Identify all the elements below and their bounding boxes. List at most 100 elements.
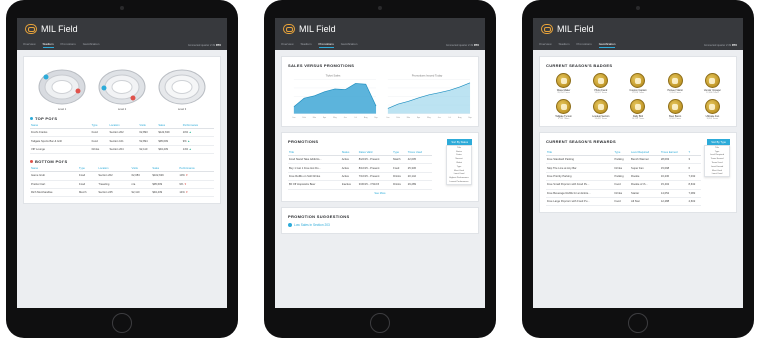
app-name: MIL Field (41, 24, 78, 34)
connection-status: Connected quarter 2:49 DTX (187, 44, 221, 47)
badge-item[interactable]: Tailgate Tycoon 8,743 Times (546, 99, 581, 120)
x-tick-label: Mar (407, 117, 411, 119)
venue-level-3[interactable]: Level 3 (157, 68, 207, 111)
cell-location: Section 245 (97, 188, 131, 198)
app-name: MIL Field (557, 24, 594, 34)
app-bar: MIL Field Overview Stadium Promotions Ga… (275, 18, 485, 50)
table-row[interactable]: Skip The Line at Any Bar Drinks Super Fan 1… (546, 163, 701, 173)
brand[interactable]: MIL Field (25, 24, 78, 34)
table-row[interactable]: Food Stand Take Addictio... Active 8/22/15… (288, 155, 432, 165)
table-row[interactable]: Pretzel Cart Food Traveling n/a $95,609 9% ▼ (30, 180, 214, 189)
badge-item[interactable]: Photo Fiend 18,907 Times (583, 73, 618, 94)
table-row[interactable]: Rich Merchandise Merch Section 245 92,110 $9… (30, 188, 214, 198)
tab-overview[interactable]: Overview (281, 42, 294, 48)
cell-type: Drinks (392, 180, 407, 190)
x-tick-label: Jun (438, 117, 441, 119)
cell-earned: 16,230 (659, 172, 688, 182)
table-row[interactable]: Fred's Franks Food Section 202 62,893 $122,6… (30, 128, 214, 138)
brand[interactable]: MIL Field (541, 24, 594, 34)
badge-medal-icon (593, 99, 609, 114)
badge-item[interactable]: Daily Bird 16,239 Times (620, 99, 655, 120)
cell-earned: 14,052 (659, 189, 688, 198)
home-button[interactable] (370, 313, 390, 333)
table-row[interactable]: Buy 1 Get 1 Free Hot Do... Active 8/10/15 … (288, 163, 432, 173)
badge-item[interactable]: Wave Maker 28,294 Times (546, 73, 581, 94)
badge-item[interactable]: Loudest Section 13,487 Times (583, 99, 618, 120)
table-row[interactable]: Tailgate Sports Bar & Grill Food Section 1… (30, 136, 214, 146)
table-row[interactable]: Free Refills on Soft Drinks Active 7/10/15… (288, 172, 432, 182)
cell-level: Super Fan (630, 163, 660, 173)
tab-stadium[interactable]: Stadium (42, 42, 54, 48)
home-button[interactable] (112, 313, 132, 333)
see-more-link[interactable]: See More (288, 192, 472, 195)
venue-card: Level 1 Level 2 Level 3 TOP POI'S Name T… (23, 56, 221, 205)
cell-type: Food (78, 171, 98, 181)
table-row[interactable]: Free Beverage Refills for an Entire... Dr… (546, 189, 701, 198)
tab-gamification[interactable]: Gamification (598, 42, 616, 48)
x-tick-label: Mar (313, 117, 317, 119)
cell-level: Rookie (630, 172, 660, 182)
table-row[interactable]: Free Small Popcorn with Food Pu... Food Ro… (546, 180, 701, 190)
home-button[interactable] (628, 313, 648, 333)
cell-sales: $102,639 (151, 171, 179, 181)
cell-dates: 7/10/15 - Present (357, 172, 393, 182)
menu-item[interactable]: Lowest Performance (447, 180, 471, 184)
stadium-map-icon (158, 69, 206, 105)
rewards-card: CURRENT SEASON'S REWARDS Sort By Type Ti… (539, 132, 737, 214)
cell-sales: $95,609 (151, 180, 179, 189)
cell-visits: 62,083 (130, 171, 152, 181)
tab-promotions[interactable]: Promotions (318, 42, 334, 48)
badge-count: 8,853 Times (706, 118, 719, 120)
badge-item[interactable]: Coupon Captain 17,058 Times (620, 73, 655, 94)
cell-title: $5 Off Hopworks Beer (288, 180, 341, 190)
tab-stadium[interactable]: Stadium (559, 42, 570, 48)
tab-gamification[interactable]: Gamification (83, 42, 100, 48)
tab-gamification[interactable]: Gamification (341, 42, 358, 48)
tab-promotions[interactable]: Promotions (61, 42, 76, 48)
table-row[interactable]: Game Grub Food Section 202 62,083 $102,639 10… (30, 171, 214, 181)
x-tick-label: Jan (292, 117, 295, 119)
badge-count: 16,239 Times (631, 118, 645, 120)
x-tick-label: May (427, 117, 431, 119)
cell-location: Section 204 (108, 145, 139, 155)
tab-stadium[interactable]: Stadium (301, 42, 312, 48)
cell-title: Skip The Line at Any Bar (546, 163, 614, 173)
brand[interactable]: MIL Field (283, 24, 336, 34)
table-row[interactable]: $5 Off Hopworks Beer Inactive 3/30/15 - 7/… (288, 180, 432, 190)
cell-title: Free Large Popcorn with Food Pu... (546, 197, 614, 207)
table-row[interactable]: VIP Lounge Drinks Section 204 92,110 $94,439… (30, 145, 214, 155)
trend-down-icon: ▼ (184, 191, 189, 195)
cell-used: 7,082 (687, 189, 701, 198)
cell-visits: n/a (130, 180, 152, 189)
suggestion-item[interactable]: Low Sales in Section 203 (288, 222, 472, 227)
badge-item[interactable]: Pioneer Visitor 2,054 Times (658, 73, 693, 94)
cell-type: Parking (613, 155, 631, 165)
badge-item[interactable]: Beer Baron 8,905 Times (658, 99, 693, 120)
badge-count: 2,054 Times (669, 92, 681, 94)
table-row[interactable]: Free Priority Parking Parking Rookie 16,230… (546, 172, 701, 182)
mil-logo-icon (541, 24, 553, 34)
venue-level-1[interactable]: Level 1 (37, 68, 87, 111)
cell-name: Rich Merchandise (30, 188, 79, 198)
cell-used: 8,632 (687, 180, 701, 190)
venue-level-2[interactable]: Level 2 (97, 68, 147, 111)
cell-visits: 92,110 (130, 188, 152, 198)
tab-overview[interactable]: Overview (23, 42, 36, 48)
tablet-promotions: MIL Field Overview Stadium Promotions Ga… (264, 0, 496, 338)
menu-item[interactable]: Least Used (705, 172, 729, 176)
cell-type: Food (78, 180, 98, 189)
cell-name: Game Grub (30, 171, 79, 181)
badge-item[interactable]: Ultimate Fan 8,853 Times (695, 99, 730, 120)
tab-promotions[interactable]: Promotions (577, 42, 592, 48)
table-row[interactable]: Free Standard Parking Parking Bench Warmer… (546, 155, 701, 165)
cell-name: Pretzel Cart (30, 180, 79, 189)
cell-title: Food Stand Take Addictio... (288, 155, 341, 165)
cell-visits: 92,110 (138, 145, 158, 155)
badge-medal-icon (556, 73, 572, 88)
badge-item[interactable]: Vendor Voyager 12,086 Times (695, 73, 730, 94)
tab-overview[interactable]: Overview (539, 42, 552, 48)
x-tick-label: Apr (417, 116, 420, 119)
connection-status: Connected quarter 2:49 DTX (703, 44, 737, 47)
badge-medal-icon (630, 73, 646, 88)
table-row[interactable]: Free Large Popcorn with Food Pu... Food Al… (546, 197, 701, 207)
